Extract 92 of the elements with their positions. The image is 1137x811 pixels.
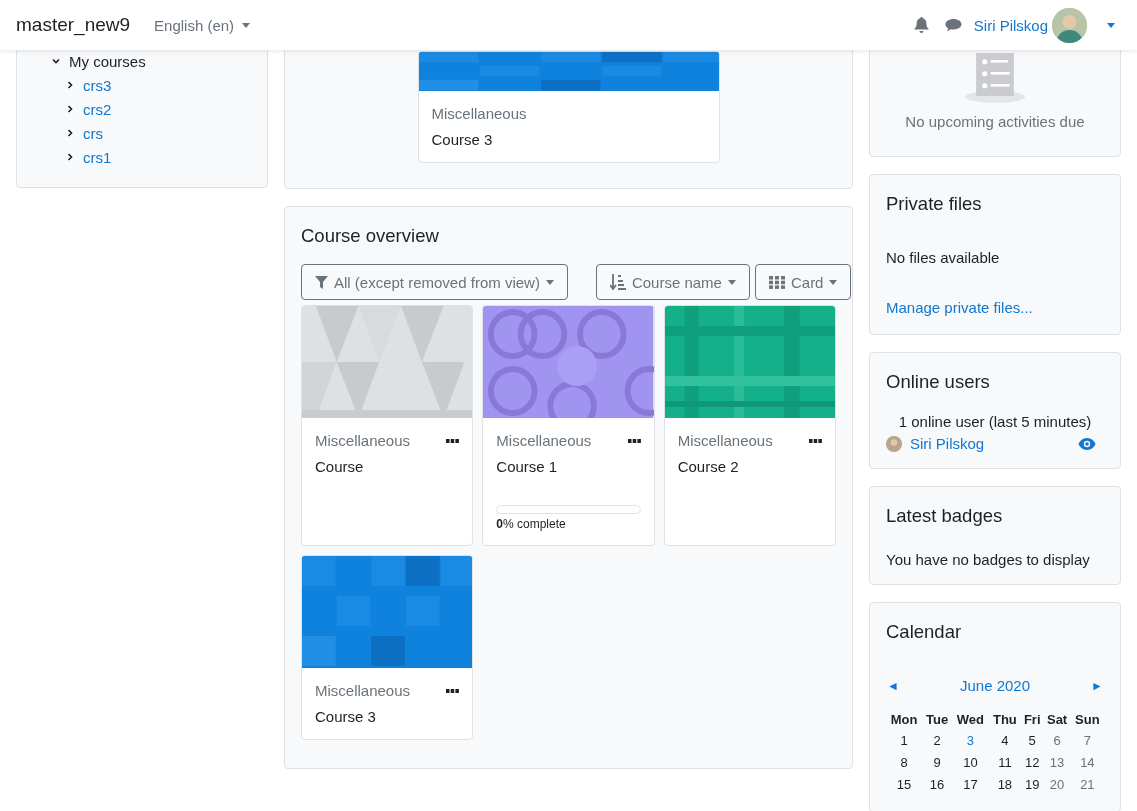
block-title: Private files (886, 193, 983, 215)
filter-icon (315, 275, 328, 289)
user-link[interactable]: Siri Pilskog (910, 435, 1070, 452)
weekday-header: Sun (1074, 711, 1101, 729)
course-name[interactable]: Course (315, 458, 460, 475)
progress-label: 0% complete (496, 517, 567, 531)
course-card[interactable]: Miscellaneous Course (301, 305, 474, 546)
course-category: Miscellaneous (315, 682, 411, 699)
calendar-day[interactable]: 16 (922, 773, 952, 795)
more-actions-icon[interactable] (446, 688, 460, 693)
course-card[interactable]: Miscellaneous Course 1 0% complete (482, 305, 655, 546)
calendar-day[interactable]: 18 (988, 773, 1021, 795)
course-name[interactable]: Course 1 (496, 458, 641, 475)
user-avatar (886, 435, 902, 452)
course-name[interactable]: Course 2 (677, 458, 822, 475)
weekday-header: Fri (1022, 711, 1042, 729)
course-link[interactable]: crs2 (83, 100, 112, 118)
user-avatar[interactable] (1052, 7, 1087, 43)
course-card[interactable]: Miscellaneous Course 3 (417, 51, 720, 163)
course-category: Miscellaneous (431, 105, 527, 122)
bell-icon[interactable] (913, 17, 929, 33)
chevron-right-icon[interactable] (65, 104, 75, 114)
caret-icon (1107, 22, 1115, 28)
online-summary: 1 online user (last 5 minutes) (897, 413, 1093, 430)
calendar-day[interactable]: 14 (1070, 751, 1104, 773)
chat-bubble-icon[interactable] (944, 18, 962, 32)
user-name-link[interactable]: Siri Pilskog (973, 16, 1048, 34)
calendar-day[interactable]: 10 (952, 751, 989, 773)
chevron-right-icon[interactable] (65, 152, 75, 162)
calendar-day[interactable]: 15 (886, 773, 923, 795)
block-title: Online users (886, 371, 991, 393)
calendar-day[interactable]: 21 (1070, 773, 1104, 795)
calendar-day[interactable]: 17 (952, 773, 989, 795)
course-link[interactable]: crs3 (83, 76, 112, 94)
caret-icon (545, 279, 554, 285)
calendar-day[interactable]: 1 (886, 729, 923, 751)
calendar-day[interactable]: 8 (886, 751, 923, 773)
previous-month-link[interactable]: ◄ (887, 678, 899, 693)
grid-icon (768, 275, 785, 289)
view-dropdown[interactable]: Card (754, 264, 852, 300)
block-title: Latest badges (886, 505, 1004, 527)
task-list-icon (965, 53, 1025, 103)
calendar-day[interactable]: 2 (922, 729, 952, 751)
site-name[interactable]: master_new9 (16, 14, 131, 36)
language-menu[interactable]: English (en) (154, 16, 251, 34)
next-month-link[interactable]: ► (1091, 678, 1103, 693)
chevron-right-icon[interactable] (65, 80, 75, 90)
tree-item[interactable]: My courses (69, 52, 146, 70)
calendar-day[interactable]: 5 (1020, 729, 1044, 751)
course-link[interactable]: crs (83, 124, 103, 142)
calendar-day[interactable]: 12 (1020, 751, 1044, 773)
chevron-down-icon[interactable] (51, 56, 61, 66)
calendar-day[interactable]: 13 (1043, 751, 1071, 773)
caret-icon (242, 22, 251, 28)
sort-dropdown[interactable]: Course name (595, 264, 750, 300)
course-card[interactable]: Miscellaneous Course 2 (663, 305, 836, 546)
course-name[interactable]: Course 3 (431, 131, 706, 148)
calendar-day[interactable]: 11 (988, 751, 1021, 773)
more-actions-icon[interactable] (809, 438, 822, 443)
more-actions-icon[interactable] (627, 438, 641, 443)
course-category: Miscellaneous (315, 432, 411, 449)
weekday-header: Mon (889, 711, 919, 729)
block-title: Course overview (301, 225, 440, 247)
weekday-header: Wed (955, 711, 985, 729)
filter-dropdown[interactable]: All (except removed from view) (301, 264, 568, 300)
course-category: Miscellaneous (496, 432, 592, 449)
calendar-day[interactable]: 19 (1020, 773, 1044, 795)
manage-files-link[interactable]: Manage private files... (886, 299, 1033, 316)
course-name[interactable]: Course 3 (315, 708, 460, 725)
calendar-day[interactable]: 20 (1043, 773, 1071, 795)
empty-message: No upcoming activities due (905, 113, 1085, 130)
empty-message: You have no badges to display (886, 551, 1091, 568)
caret-icon (829, 279, 838, 285)
chevron-right-icon[interactable] (65, 128, 75, 138)
course-card[interactable]: Miscellaneous Course 3 (301, 555, 474, 740)
weekday-header: Thu (991, 711, 1018, 729)
block-title: Calendar (886, 621, 963, 643)
course-link[interactable]: crs1 (83, 148, 112, 166)
calendar-day[interactable]: 9 (922, 751, 952, 773)
calendar-day[interactable]: 3 (952, 729, 989, 751)
course-category: Miscellaneous (677, 432, 773, 449)
eye-icon[interactable] (1078, 436, 1096, 451)
calendar-day[interactable]: 7 (1070, 729, 1104, 751)
weekday-header: Sat (1045, 711, 1069, 729)
month-title-link[interactable]: June 2020 (959, 677, 1031, 694)
empty-message: No files available (886, 249, 1001, 266)
calendar-day[interactable]: 4 (988, 729, 1021, 751)
calendar-day[interactable]: 6 (1043, 729, 1071, 751)
more-actions-icon[interactable] (446, 438, 460, 443)
weekday-header: Tue (924, 711, 950, 729)
sort-icon (609, 273, 626, 291)
caret-icon (727, 279, 736, 285)
